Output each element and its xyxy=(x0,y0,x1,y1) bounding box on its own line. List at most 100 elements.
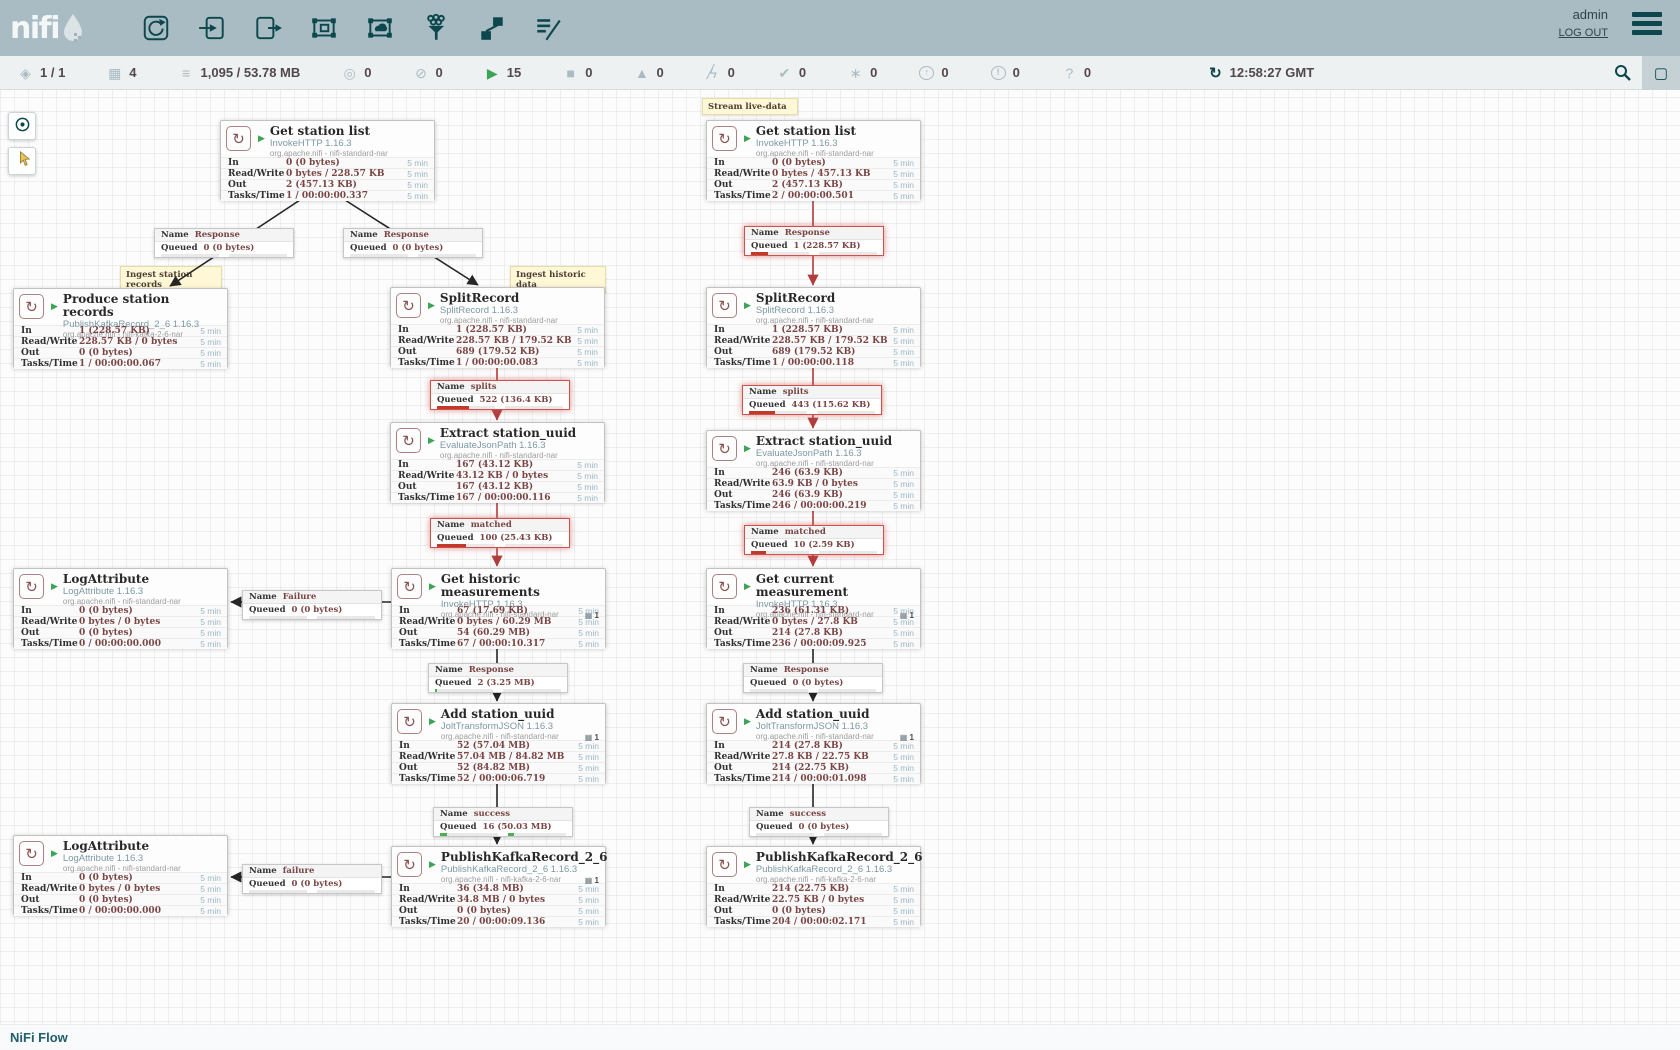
running-status-icon: ▶ xyxy=(744,859,751,870)
stat-row: Tasks/Time2 / 00:00:00.5015 min xyxy=(707,190,920,201)
connection-name-key: Name xyxy=(750,665,778,675)
processor-type-icon: ↻ xyxy=(226,126,251,151)
processor[interactable]: ↻ ▶ Get station list InvokeHTTP 1.16.3 o… xyxy=(706,120,921,200)
backpressure-size-bar xyxy=(819,551,877,554)
processor-type-icon: ↻ xyxy=(712,436,737,461)
processor[interactable]: ↻ ▶ Extract station_uuid EvaluateJsonPat… xyxy=(390,422,605,502)
output-port-icon[interactable] xyxy=(253,13,283,43)
connection-label[interactable]: Name matched Queued 10 (2.59 KB) xyxy=(744,525,884,555)
backpressure-size-bar xyxy=(317,616,375,619)
stat-row: Read/Write228.57 KB / 0 bytes5 min xyxy=(14,336,227,347)
processor[interactable]: ↻ ▶ PublishKafkaRecord_2_6 PublishKafkaR… xyxy=(391,846,606,926)
connection-label[interactable]: Name failure Queued 0 (0 bytes) xyxy=(242,864,382,894)
processor[interactable]: ↻ ▶ SplitRecord SplitRecord 1.16.3 org.a… xyxy=(390,287,605,367)
breadcrumb[interactable]: NiFi Flow xyxy=(10,1030,68,1045)
processor[interactable]: ↻ ▶ Get historic measurements InvokeHTTP… xyxy=(391,568,606,648)
connection-queued-value: 443 (115.62 KB) xyxy=(792,400,871,410)
logout-link[interactable]: LOG OUT xyxy=(1558,27,1608,39)
stat-window: 5 min xyxy=(578,628,599,638)
connection-label[interactable]: Name splits Queued 522 (136.4 KB) xyxy=(430,380,570,410)
stat-value: 236 (61.31 KB) xyxy=(772,606,893,616)
stat-window: 5 min xyxy=(578,884,599,894)
stat-label: Tasks/Time xyxy=(21,639,79,649)
running-status-icon: ▶ xyxy=(429,581,436,592)
search-button[interactable] xyxy=(1602,56,1642,90)
backpressure-size-bar xyxy=(505,544,563,547)
stat-window: 5 min xyxy=(577,460,598,470)
stat-row: Out0 (0 bytes)5 min xyxy=(14,894,227,905)
connection-label[interactable]: Name Response Queued 0 (0 bytes) xyxy=(343,228,483,258)
stat-value: 228.57 KB / 179.52 KB xyxy=(772,336,893,346)
stat-label: Out xyxy=(398,482,456,492)
flow-canvas[interactable]: NiFi Flow Stream live-dataIngest station… xyxy=(0,90,1680,1050)
connection-queued-value: 1 (228.57 KB) xyxy=(794,241,861,251)
processor[interactable]: ↻ ▶ Extract station_uuid EvaluateJsonPat… xyxy=(706,430,921,510)
processor-type: SplitRecord 1.16.3 xyxy=(756,305,914,316)
stat-value: 0 (0 bytes) xyxy=(79,873,200,883)
stat-row: Read/Write228.57 KB / 179.52 KB5 min xyxy=(391,335,604,346)
stat-row: Tasks/Time214 / 00:00:01.0985 min xyxy=(707,773,920,784)
settings-panel-button[interactable]: ▢ xyxy=(1642,56,1680,90)
processor[interactable]: ↻ ▶ Add station_uuid JoltTransformJSON 1… xyxy=(391,703,606,783)
processor[interactable]: ↻ ▶ PublishKafkaRecord_2_6 PublishKafkaR… xyxy=(706,846,921,926)
connection-label[interactable]: Name success Queued 16 (50.03 MB) xyxy=(433,807,573,837)
stat-value: 0 (0 bytes) xyxy=(79,895,200,905)
connection-label[interactable]: Name Response Queued 0 (0 bytes) xyxy=(154,228,294,258)
connection-label[interactable]: Name Failure Queued 0 (0 bytes) xyxy=(242,590,382,620)
stat-window: 5 min xyxy=(407,158,428,168)
stat-label: In xyxy=(399,606,457,616)
stat-value: 0 (0 bytes) xyxy=(772,158,893,168)
status-bar: ◈1 / 1▦4≡1,095 / 53.78 MB◎0⊘0▶15■0▲0ϟ0✔0… xyxy=(0,56,1680,90)
connection-name-key: Name xyxy=(749,387,777,397)
connection-name-key: Name xyxy=(249,592,277,602)
remote-process-group-icon[interactable] xyxy=(365,13,395,43)
processor-name: PublishKafkaRecord_2_6 xyxy=(756,851,914,864)
backpressure-object-bar xyxy=(161,254,219,257)
component-toolbar xyxy=(141,13,563,43)
process-group-icon[interactable] xyxy=(309,13,339,43)
input-port-icon[interactable] xyxy=(197,13,227,43)
processor-type: InvokeHTTP 1.16.3 xyxy=(756,138,914,149)
connection-label[interactable]: Name matched Queued 100 (25.43 KB) xyxy=(430,518,570,548)
backpressure-bars xyxy=(431,405,569,409)
connection-name-value: success xyxy=(474,809,510,819)
processor[interactable]: ↻ ▶ Get current measurement InvokeHTTP 1… xyxy=(706,568,921,648)
backpressure-size-bar xyxy=(508,833,566,836)
hand-cursor-button[interactable] xyxy=(8,147,36,175)
global-menu-icon[interactable] xyxy=(1632,12,1662,39)
birdseye-icon xyxy=(14,116,31,137)
stat-label: Tasks/Time xyxy=(399,917,457,927)
stat-value: 0 / 00:00:00.000 xyxy=(79,639,200,649)
processor[interactable]: ↻ ▶ LogAttribute LogAttribute 1.16.3 org… xyxy=(13,835,228,915)
processor[interactable]: ↻ ▶ SplitRecord SplitRecord 1.16.3 org.a… xyxy=(706,287,921,367)
processor[interactable]: ↻ ▶ Add station_uuid JoltTransformJSON 1… xyxy=(706,703,921,783)
connection-label[interactable]: Name splits Queued 443 (115.62 KB) xyxy=(742,385,882,415)
flow-annotation-label[interactable]: Stream live-data xyxy=(702,98,798,115)
connection-label[interactable]: Name Response Queued 2 (3.25 MB) xyxy=(428,663,568,693)
processor[interactable]: ↻ ▶ Get station list InvokeHTTP 1.16.3 o… xyxy=(220,120,435,200)
processor-type-icon: ↻ xyxy=(712,852,737,877)
stat-row: Out214 (22.75 KB)5 min xyxy=(707,762,920,773)
stat-window: 5 min xyxy=(200,639,221,649)
birdseye-button[interactable] xyxy=(8,112,36,140)
connection-queued-value: 100 (25.43 KB) xyxy=(480,533,553,543)
stat-window: 5 min xyxy=(893,501,914,511)
connection-label[interactable]: Name Response Queued 0 (0 bytes) xyxy=(743,663,883,693)
refresh-button[interactable]: ↻ 12:58:27 GMT xyxy=(1209,64,1314,82)
processor-type: PublishKafkaRecord_2_6 1.16.3 xyxy=(756,864,914,875)
connection-queued-key: Queued xyxy=(440,822,477,832)
connection-label[interactable]: Name Response Queued 1 (228.57 KB) xyxy=(744,226,884,256)
processor-icon[interactable] xyxy=(141,13,171,43)
connection-label[interactable]: Name success Queued 0 (0 bytes) xyxy=(749,807,889,837)
connection-queued-value: 0 (0 bytes) xyxy=(393,243,444,253)
label-icon[interactable] xyxy=(533,13,563,43)
stat-label: In xyxy=(21,326,79,336)
processor[interactable]: ↻ ▶ LogAttribute LogAttribute 1.16.3 org… xyxy=(13,568,228,648)
template-icon[interactable] xyxy=(477,13,507,43)
processor[interactable]: ↻ ▶ Produce station records PublishKafka… xyxy=(13,288,228,368)
connection-name-key: Name xyxy=(161,230,189,240)
processor-type-icon: ↻ xyxy=(712,709,737,734)
stat-row: In0 (0 bytes)5 min xyxy=(14,605,227,616)
backpressure-size-bar xyxy=(503,689,561,692)
funnel-icon[interactable] xyxy=(421,13,451,43)
